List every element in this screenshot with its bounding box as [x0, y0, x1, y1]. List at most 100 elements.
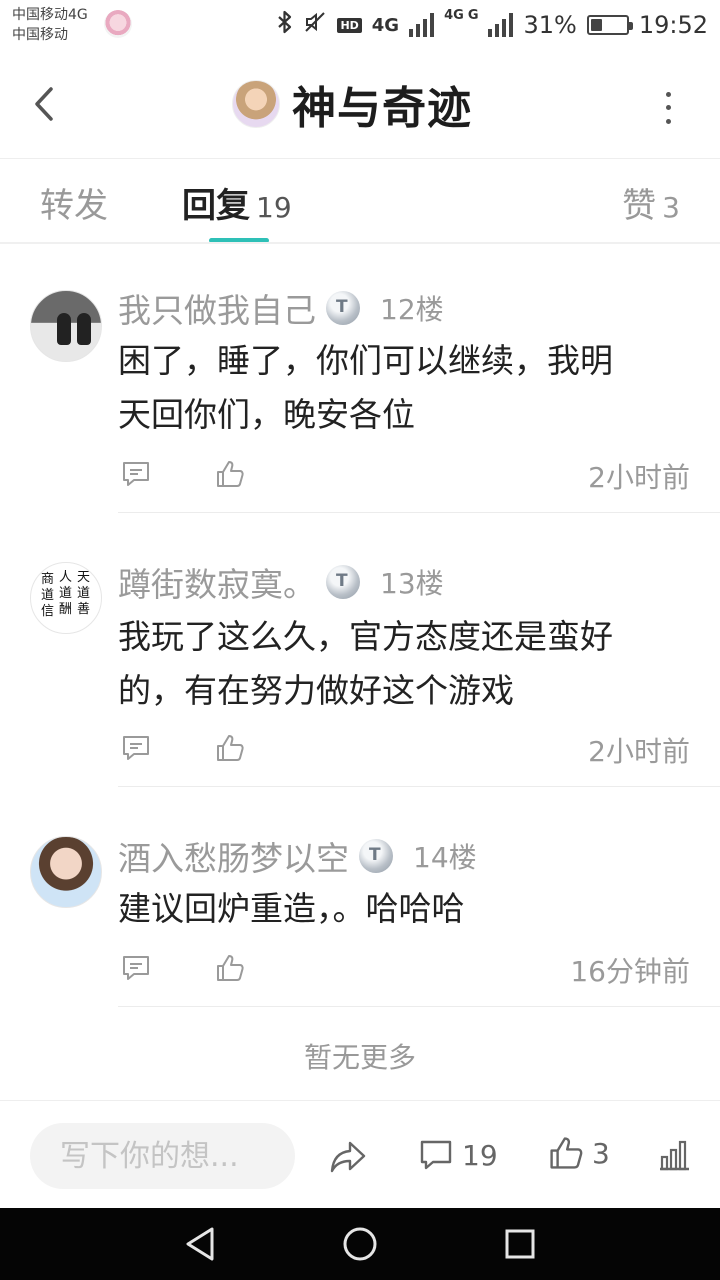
reply-header: 我只做我自己 12楼	[118, 284, 444, 332]
nav-home-button[interactable]	[340, 1224, 380, 1264]
reply-actions: 16分钟前	[118, 950, 690, 990]
tab-reply-count: 19	[256, 191, 292, 224]
mute-icon	[303, 10, 327, 40]
notification-avatar-icon	[104, 10, 132, 38]
avatar[interactable]: 商道信 人道酬 天道善	[30, 562, 102, 634]
tab-like-label: 赞	[622, 186, 657, 226]
thumbs-up-icon	[550, 1137, 583, 1169]
reply-content-line: 我玩了这么久，官方态度还是蛮好	[118, 617, 613, 656]
avatar[interactable]	[30, 290, 102, 362]
status-bar: 中国移动4G 中国移动 HD 4G 4G G 31% 19:52	[0, 0, 720, 52]
hd-icon: HD	[337, 17, 362, 33]
floor-number: 13楼	[380, 567, 444, 600]
comment-icon	[123, 462, 149, 486]
reply-actions: 2小时前	[118, 456, 690, 496]
nav-back-button[interactable]	[180, 1224, 220, 1264]
comments-button[interactable]: 19	[418, 1137, 498, 1173]
reply-time: 16分钟前	[570, 955, 690, 988]
tab-forward[interactable]: 转发	[40, 178, 108, 227]
comment-count: 19	[462, 1138, 498, 1172]
like-button[interactable]: 3	[548, 1135, 610, 1171]
tab-forward-label: 转发	[40, 186, 108, 226]
tab-like-count: 3	[662, 191, 680, 224]
tab-reply[interactable]: 回复 19	[182, 178, 292, 227]
carrier-2: 中国移动	[12, 27, 68, 43]
level-badge-icon	[326, 291, 360, 325]
page-title: 神与奇迹	[292, 83, 472, 134]
bottom-action-bar: 19 3	[0, 1100, 720, 1208]
network-type-3: G	[467, 8, 479, 23]
page-header: 神与奇迹	[0, 52, 720, 158]
thumbs-up-icon	[217, 955, 244, 981]
no-more-text: 暂无更多	[303, 1041, 416, 1074]
share-button[interactable]	[328, 1137, 368, 1177]
tab-like[interactable]: 赞 3	[622, 178, 680, 227]
reply-divider	[118, 1006, 720, 1007]
reply-content-line: 的，有在努力做好这个游戏	[118, 671, 514, 710]
username[interactable]: 酒入愁肠梦以空	[118, 832, 349, 880]
reply-header: 酒入愁肠梦以空 14楼	[118, 832, 477, 880]
network-type-1: 4G	[371, 14, 400, 36]
reply-like-button[interactable]	[212, 730, 248, 766]
reply-like-button[interactable]	[212, 456, 248, 492]
level-badge-icon	[326, 565, 360, 599]
reply-comment-button[interactable]	[118, 456, 154, 492]
reply-content: 我玩了这么久，官方态度还是蛮好 的，有在努力做好这个游戏	[118, 610, 678, 718]
bar-chart-icon	[660, 1140, 689, 1171]
stats-button[interactable]	[656, 1137, 692, 1173]
comment-icon	[123, 956, 149, 980]
clock: 19:52	[638, 11, 708, 39]
more-vertical-icon	[665, 92, 671, 98]
reply-time: 2小时前	[588, 461, 690, 494]
tab-reply-label: 回复	[182, 186, 250, 226]
triangle-back-icon	[186, 1227, 214, 1261]
reply-content-line: 困了，睡了，你们可以继续，我明	[118, 341, 613, 380]
comment-input-box[interactable]	[30, 1123, 295, 1189]
reply-header: 蹲街数寂寞。 13楼	[118, 558, 444, 606]
reply-time: 2小时前	[588, 735, 690, 768]
comment-icon	[123, 736, 149, 760]
reply-content: 困了，睡了，你们可以继续，我明 天回你们，晚安各位	[118, 334, 678, 442]
floor-number: 14楼	[413, 841, 477, 874]
network-type-2: 4G	[444, 8, 464, 23]
username[interactable]: 我只做我自己	[118, 284, 316, 332]
battery-level	[590, 19, 602, 31]
square-recents-icon	[505, 1229, 535, 1259]
header-divider	[0, 158, 720, 159]
signal-icon-2	[488, 13, 514, 37]
tabs-divider	[0, 242, 720, 244]
avatar[interactable]	[30, 836, 102, 908]
carrier-1: 中国移动4G	[12, 7, 88, 23]
reply-content-line: 天回你们，晚安各位	[118, 395, 415, 434]
nav-recents-button[interactable]	[500, 1224, 540, 1264]
status-icons: HD 4G 4G G 31% 19:52	[277, 8, 708, 42]
reply-comment-button[interactable]	[118, 730, 154, 766]
system-nav-bar	[0, 1208, 720, 1280]
battery-icon	[586, 15, 633, 35]
tab-bar: 转发 回复 19 赞 3	[0, 160, 720, 243]
reply-content-line: 建议回炉重造，。哈哈哈	[118, 889, 465, 928]
like-count: 3	[592, 1136, 610, 1170]
battery-percent: 31%	[523, 11, 577, 39]
thumbs-up-icon	[217, 461, 244, 487]
chevron-left-icon	[35, 87, 53, 121]
bluetooth-icon	[277, 10, 293, 40]
reply-comment-button[interactable]	[118, 950, 154, 986]
comment-icon	[420, 1140, 452, 1170]
post-author-avatar[interactable]	[232, 80, 280, 128]
carrier-info: 中国移动4G 中国移动	[12, 5, 88, 45]
floor-number: 12楼	[380, 293, 444, 326]
title-group: 神与奇迹	[232, 76, 472, 134]
circle-home-icon	[343, 1227, 377, 1261]
reply-actions: 2小时前	[118, 730, 690, 770]
thumbs-up-icon	[217, 735, 244, 761]
reply-divider	[118, 512, 720, 513]
more-button[interactable]	[656, 88, 680, 128]
back-button[interactable]	[22, 82, 66, 126]
share-icon	[330, 1141, 366, 1173]
username[interactable]: 蹲街数寂寞。	[118, 558, 316, 606]
reply-like-button[interactable]	[212, 950, 248, 986]
reply-content: 建议回炉重造，。哈哈哈	[118, 882, 678, 936]
comment-input[interactable]	[60, 1138, 280, 1174]
level-badge-icon	[359, 839, 393, 873]
